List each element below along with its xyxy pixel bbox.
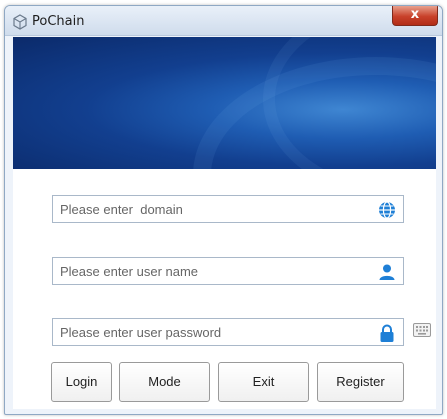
app-logo-icon xyxy=(12,14,28,30)
domain-input[interactable] xyxy=(53,196,373,222)
login-window: PoChain x Please enter domain Please ent… xyxy=(4,5,443,415)
keyboard-icon[interactable] xyxy=(413,323,431,337)
title-bar[interactable]: PoChain x xyxy=(5,6,442,36)
username-field-box xyxy=(52,257,404,285)
password-input[interactable] xyxy=(53,319,373,345)
globe-icon xyxy=(377,200,397,220)
window-title: PoChain xyxy=(32,14,85,29)
header-banner xyxy=(13,37,436,169)
domain-field-box xyxy=(52,195,404,223)
close-icon: x xyxy=(410,7,420,22)
username-input[interactable] xyxy=(53,258,373,284)
exit-button[interactable]: Exit xyxy=(218,362,309,402)
close-button[interactable]: x xyxy=(392,6,438,26)
login-form: Login Mode Exit Register xyxy=(13,169,436,409)
user-icon xyxy=(377,262,397,282)
register-button[interactable]: Register xyxy=(317,362,404,402)
mode-button[interactable]: Mode xyxy=(119,362,210,402)
login-button[interactable]: Login xyxy=(51,362,112,402)
lock-icon xyxy=(377,323,397,343)
password-field-box xyxy=(52,318,404,346)
